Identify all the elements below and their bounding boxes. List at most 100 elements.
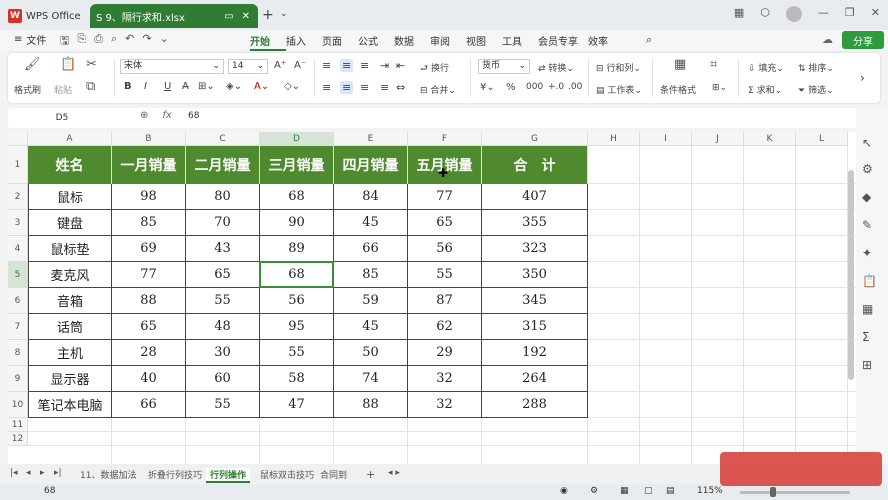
column-header[interactable]: F	[408, 132, 482, 146]
thousands-icon[interactable]: 000	[526, 82, 543, 92]
avatar[interactable]	[785, 6, 802, 22]
table-header-cell[interactable]: 二月销量	[186, 146, 260, 184]
table-cell[interactable]: 68	[260, 184, 334, 210]
search-icon[interactable]: ⌕	[646, 33, 652, 47]
increase-decimal-icon[interactable]: +.0	[548, 82, 564, 92]
table-cell[interactable]: 32	[408, 392, 482, 418]
zoom-slider-knob[interactable]	[770, 487, 776, 497]
table-cell[interactable]: 麦克风	[28, 262, 112, 288]
border-icon[interactable]: ⊞⌄	[198, 81, 215, 92]
tab-efficiency[interactable]: 效率	[588, 33, 624, 51]
increase-font-icon[interactable]: A⁺	[274, 60, 286, 71]
table-cell[interactable]: 66	[334, 236, 408, 262]
bold-icon[interactable]: B	[124, 81, 132, 92]
file-menu[interactable]: ≡ 文件	[14, 32, 46, 47]
table-cell[interactable]: 264	[482, 366, 588, 392]
page-view-icon[interactable]: ▢	[644, 486, 653, 496]
align-bottom-icon[interactable]: ≡	[360, 59, 369, 72]
monitor-icon[interactable]: ▭	[224, 11, 233, 22]
fill-button[interactable]: ⇩ 填充⌄	[748, 61, 784, 74]
table-cell[interactable]: 58	[260, 366, 334, 392]
table-cell[interactable]: 70	[186, 210, 260, 236]
table-cell[interactable]: 主机	[28, 340, 112, 366]
table-header-cell[interactable]: 姓名	[28, 146, 112, 184]
merge-button[interactable]: ⊟ 合并⌄	[420, 83, 456, 96]
first-sheet-icon[interactable]: |◂	[10, 468, 18, 478]
worksheet-button[interactable]: ▤ 工作表⌄	[596, 83, 642, 96]
tab-page[interactable]: 页面	[322, 33, 358, 51]
close-window-icon[interactable]: ✕	[871, 6, 880, 22]
borders-icon[interactable]: ⊞⌄	[712, 83, 727, 93]
table-cell[interactable]: 65	[186, 262, 260, 288]
table-cell[interactable]: 85	[112, 210, 186, 236]
row-header[interactable]: 7	[8, 314, 28, 340]
clear-icon[interactable]: ◇⌄	[284, 81, 300, 92]
table-cell[interactable]: 85	[334, 262, 408, 288]
table-cell[interactable]: 55	[186, 288, 260, 314]
table-header-cell[interactable]: 四月销量	[334, 146, 408, 184]
wrap-text-button[interactable]: ⮐ 换行	[420, 61, 449, 77]
percent-icon[interactable]: %	[506, 82, 516, 93]
document-tab[interactable]: S 9、隔行求和.xlsx ▭ ✕	[90, 4, 258, 28]
distributed-icon[interactable]: ⇔	[396, 81, 405, 94]
row-header[interactable]: 4	[8, 236, 28, 262]
underline-icon[interactable]: U	[164, 81, 171, 92]
row-header[interactable]: 11	[8, 418, 28, 432]
share-button[interactable]: 分享	[842, 31, 884, 49]
column-header[interactable]: K	[744, 132, 796, 146]
filter-button[interactable]: ⏷ 筛选⌄	[798, 83, 834, 96]
add-sheet-icon[interactable]: +	[366, 468, 375, 481]
sheet-scroll-icon[interactable]: ◂ ▸	[388, 468, 400, 478]
table-cell[interactable]: 66	[112, 392, 186, 418]
export-icon[interactable]: ⎘	[77, 32, 86, 51]
table-cell[interactable]: 345	[482, 288, 588, 314]
row-header[interactable]: 5	[8, 262, 28, 288]
table-cell[interactable]: 50	[334, 340, 408, 366]
grid-icon[interactable]: ⊞	[862, 358, 872, 372]
table-cell[interactable]: 45	[334, 210, 408, 236]
table-cell[interactable]: 65	[408, 210, 482, 236]
strikethrough-icon[interactable]: A̶	[182, 81, 189, 92]
table-cell[interactable]: 350	[482, 262, 588, 288]
redo-icon[interactable]: ↷	[142, 32, 151, 51]
copy-icon[interactable]: ⧉	[86, 79, 95, 94]
next-sheet-icon[interactable]: ▸	[40, 468, 45, 478]
last-sheet-icon[interactable]: ▸|	[54, 468, 62, 478]
table-cell[interactable]: 鼠标	[28, 184, 112, 210]
table-cell[interactable]: 192	[482, 340, 588, 366]
new-tab-plus-icon[interactable]: +	[262, 7, 274, 23]
table-cell[interactable]: 56	[408, 236, 482, 262]
cloud-icon[interactable]: ☁	[822, 33, 833, 46]
chevron-down-icon[interactable]: ⌄	[280, 9, 288, 19]
vertical-scrollbar[interactable]	[848, 170, 854, 380]
column-header[interactable]: E	[334, 132, 408, 146]
row-header[interactable]: 2	[8, 184, 28, 210]
row-header[interactable]: 8	[8, 340, 28, 366]
justify-icon[interactable]: ≡	[380, 81, 389, 94]
tab-member[interactable]: 会员专享	[538, 33, 588, 51]
table-cell[interactable]: 65	[112, 314, 186, 340]
align-left-icon[interactable]: ≡	[322, 81, 331, 94]
table-cell[interactable]: 30	[186, 340, 260, 366]
ribbon-scroll-right-icon[interactable]: ›	[860, 71, 865, 85]
more-icon[interactable]: ⌄	[160, 32, 169, 51]
row-header[interactable]: 3	[8, 210, 28, 236]
sheet-tab[interactable]: 鼠标双击技巧	[260, 468, 314, 481]
name-box[interactable]: D5	[12, 110, 112, 126]
cut-icon[interactable]: ✂	[86, 57, 97, 72]
row-header[interactable]: 6	[8, 288, 28, 314]
undo-icon[interactable]: ↶	[125, 32, 134, 51]
normal-view-icon[interactable]: ▦	[620, 486, 629, 496]
edit-icon[interactable]: ✎	[862, 218, 872, 232]
sheet-tab-active[interactable]: 行列操作	[206, 468, 251, 483]
indent-icon[interactable]: ⇥	[380, 59, 389, 72]
eye-icon[interactable]: ◉	[560, 486, 568, 496]
sheet-tab[interactable]: 合同到	[320, 468, 347, 481]
column-header[interactable]: J	[692, 132, 744, 146]
table-cell[interactable]: 47	[260, 392, 334, 418]
row-header[interactable]: 10	[8, 392, 28, 418]
table-cell[interactable]: 89	[260, 236, 334, 262]
table-cell[interactable]: 28	[112, 340, 186, 366]
align-middle-icon[interactable]: ≡	[340, 59, 354, 72]
table-cell[interactable]: 45	[334, 314, 408, 340]
